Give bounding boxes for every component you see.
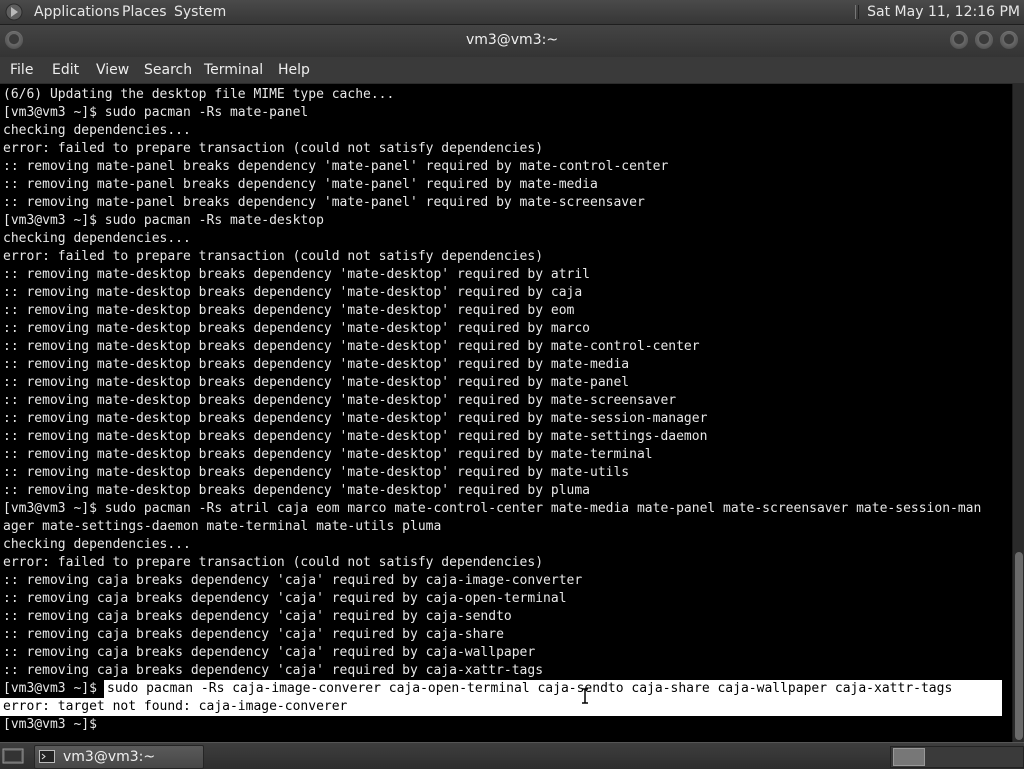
terminal-line: :: removing mate-panel breaks dependency… — [3, 177, 598, 192]
terminal-line: :: removing mate-desktop breaks dependen… — [3, 303, 575, 318]
top-panel: Applications Places System Sat May 11, 1… — [0, 0, 1024, 25]
places-menu[interactable]: Places — [122, 0, 167, 24]
taskbar-window-label: vm3@vm3:~ — [63, 749, 156, 765]
menu-edit[interactable]: Edit — [52, 57, 79, 83]
terminal-line: error: failed to prepare transaction (co… — [3, 249, 544, 264]
terminal-line: :: removing mate-desktop breaks dependen… — [3, 339, 700, 354]
window-titlebar[interactable]: vm3@vm3:~ — [0, 25, 1024, 57]
terminal-line: :: removing mate-panel breaks dependency… — [3, 195, 645, 210]
minimize-button[interactable] — [950, 31, 968, 49]
terminal-line: error: failed to prepare transaction (co… — [3, 555, 544, 570]
clock[interactable]: Sat May 11, 12:16 PM — [867, 4, 1020, 20]
terminal-line: :: removing mate-desktop breaks dependen… — [3, 321, 590, 336]
scrollbar-thumb[interactable] — [1015, 552, 1023, 740]
workspace-1[interactable] — [893, 748, 925, 766]
terminal-line: :: removing mate-desktop breaks dependen… — [3, 447, 653, 462]
terminal-line: :: removing mate-desktop breaks dependen… — [3, 285, 583, 300]
terminal-line: :: removing mate-desktop breaks dependen… — [3, 375, 630, 390]
menubar: File Edit View Search Terminal Help — [0, 57, 1024, 83]
terminal-prompt: [vm3@vm3 ~]$ — [3, 717, 97, 732]
show-desktop-icon[interactable] — [2, 746, 24, 766]
menu-file[interactable]: File — [10, 57, 33, 83]
window-title: vm3@vm3:~ — [465, 32, 559, 48]
terminal-line: (6/6) Updating the desktop file MIME typ… — [3, 87, 395, 102]
terminal-line: :: removing caja breaks dependency 'caja… — [3, 609, 512, 624]
terminal-line: :: removing mate-desktop breaks dependen… — [3, 483, 590, 498]
clock-area: Sat May 11, 12:16 PM — [855, 0, 1020, 24]
terminal-view[interactable]: (6/6) Updating the desktop file MIME typ… — [0, 84, 1012, 742]
terminal-line: [vm3@vm3 ~]$ sudo pacman -Rs mate-deskto… — [3, 213, 324, 228]
terminal-line: ager mate-settings-daemon mate-terminal … — [3, 519, 442, 534]
selected-command[interactable]: sudo pacman -Rs caja-image-converer caja… — [107, 680, 952, 698]
menu-help[interactable]: Help — [278, 57, 310, 83]
mate-logo-icon[interactable] — [5, 3, 23, 21]
terminal-line: :: removing mate-desktop breaks dependen… — [3, 429, 708, 444]
terminal-line: :: removing caja breaks dependency 'caja… — [3, 627, 504, 642]
terminal-icon — [39, 750, 55, 763]
menu-view[interactable]: View — [96, 57, 129, 83]
menu-search[interactable]: Search — [144, 57, 192, 83]
terminal-line: error: failed to prepare transaction (co… — [3, 141, 544, 156]
terminal-line: checking dependencies... — [3, 537, 191, 552]
terminal-line: :: removing caja breaks dependency 'caja… — [3, 573, 583, 588]
terminal-scrollbar[interactable] — [1012, 84, 1024, 742]
workspace-switcher[interactable] — [890, 746, 1024, 768]
terminal-prompt: [vm3@vm3 ~]$ — [3, 681, 105, 696]
panel-separator — [855, 5, 860, 19]
terminal-line: :: removing caja breaks dependency 'caja… — [3, 591, 567, 606]
terminal-line: [vm3@vm3 ~]$ sudo pacman -Rs mate-panel — [3, 105, 309, 120]
terminal-line: :: removing mate-desktop breaks dependen… — [3, 357, 630, 372]
terminal-line: checking dependencies... — [3, 123, 191, 138]
maximize-button[interactable] — [975, 31, 993, 49]
system-menu[interactable]: System — [174, 0, 226, 24]
close-button[interactable] — [1000, 31, 1018, 49]
ibeam-cursor-icon — [582, 688, 588, 704]
selected-error-line[interactable]: error: target not found: caja-image-conv… — [3, 698, 347, 716]
taskbar-window-terminal[interactable]: vm3@vm3:~ — [34, 745, 204, 769]
applications-menu[interactable]: Applications — [34, 0, 120, 24]
terminal-line: :: removing mate-desktop breaks dependen… — [3, 267, 590, 282]
terminal-line: :: removing mate-desktop breaks dependen… — [3, 411, 708, 426]
terminal-line: :: removing caja breaks dependency 'caja… — [3, 645, 536, 660]
terminal-line: :: removing mate-panel breaks dependency… — [3, 159, 669, 174]
terminal-line: [vm3@vm3 ~]$ sudo pacman -Rs atril caja … — [3, 501, 982, 516]
menu-terminal[interactable]: Terminal — [204, 57, 263, 83]
terminal-line: :: removing mate-desktop breaks dependen… — [3, 393, 677, 408]
terminal-line: :: removing mate-desktop breaks dependen… — [3, 465, 630, 480]
bottom-panel: vm3@vm3:~ — [0, 742, 1024, 769]
terminal-line: :: removing caja breaks dependency 'caja… — [3, 663, 544, 678]
terminal-line: checking dependencies... — [3, 231, 191, 246]
